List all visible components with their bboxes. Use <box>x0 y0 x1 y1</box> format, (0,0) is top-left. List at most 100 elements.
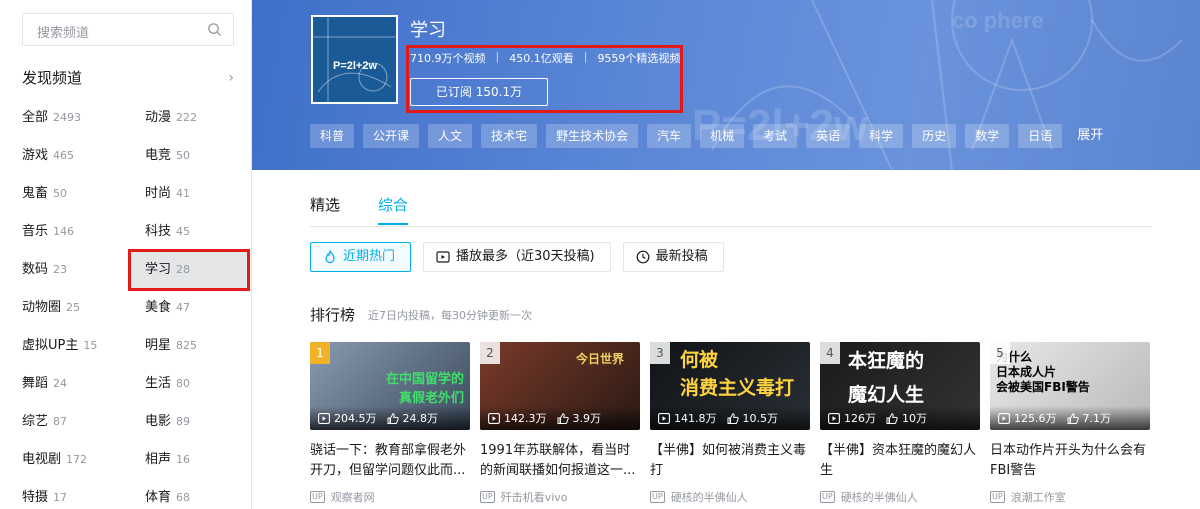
channel-tag[interactable]: 英语 <box>806 124 851 148</box>
channel-tag[interactable]: 日语 <box>1018 124 1063 148</box>
rank-number: 4 <box>820 342 840 364</box>
cover-stats: 126万 10万 <box>820 406 980 430</box>
channel-search[interactable]: 搜索频道 <box>22 13 234 46</box>
filter-label: 近期热门 <box>343 249 396 264</box>
channel-tag[interactable]: 汽车 <box>647 124 692 148</box>
sidebar-item-category[interactable]: 时尚 41 <box>131 175 249 213</box>
video-card[interactable]: 今日世界 2 142.3万 3.9万 1991年苏联解体，看当时的新闻联播如何报道这一.… <box>480 342 640 505</box>
sidebar-item-category[interactable]: 科技 45 <box>131 213 249 251</box>
category-count: 465 <box>53 149 75 162</box>
video-card[interactable]: 为什么 日本成人片 会被美国FBI警告 5 125.6万 7.1万 日本动作片开头为什么… <box>990 342 1150 505</box>
sort-filters: 近期热门 播放最多（近30天投稿) 最新投稿 <box>310 242 736 272</box>
play-count-icon <box>828 412 840 424</box>
expand-tags-button[interactable]: 展开 <box>1077 124 1103 148</box>
video-cover[interactable]: 为什么 日本成人片 会被美国FBI警告 5 125.6万 7.1万 <box>990 342 1150 430</box>
channel-tag[interactable]: 野生技术协会 <box>546 124 639 148</box>
rank-number: 5 <box>990 342 1010 364</box>
filter-recent-hot[interactable]: 近期热门 <box>310 242 412 272</box>
channel-tag[interactable]: 人文 <box>428 124 473 148</box>
cover-stats: 141.8万 10.5万 <box>650 406 810 430</box>
ranking-title: 排行榜 <box>310 306 356 324</box>
video-cover[interactable]: 本狂魔的 魔幻人生 4 126万 10万 <box>820 342 980 430</box>
category-count: 172 <box>66 453 88 466</box>
channel-tag[interactable]: 科学 <box>859 124 904 148</box>
video-title[interactable]: 1991年苏联解体，看当时的新闻联播如何报道这一... <box>480 441 640 481</box>
category-name: 舞蹈 <box>22 376 49 391</box>
like-count: 3.9万 <box>572 412 602 425</box>
sidebar-item-category[interactable]: 游戏 465 <box>22 137 122 175</box>
rank-number: 2 <box>480 342 500 364</box>
sidebar-item-category[interactable]: 电竞 50 <box>131 137 249 175</box>
category-count: 89 <box>176 415 191 428</box>
video-cover[interactable]: 今日世界 2 142.3万 3.9万 <box>480 342 640 430</box>
like-icon <box>727 412 739 424</box>
channel-tag[interactable]: 机械 <box>700 124 745 148</box>
search-input[interactable]: 搜索频道 <box>37 22 89 41</box>
sidebar-item-category[interactable]: 全部 2493 <box>22 99 122 137</box>
category-count: 24 <box>53 377 68 390</box>
channel-tag[interactable]: 科普 <box>310 124 355 148</box>
tab-overview[interactable]: 综合 <box>378 194 409 225</box>
sidebar-item-category[interactable]: 虚拟UP主 15 <box>22 327 122 365</box>
sidebar-item-category[interactable]: 相声 16 <box>131 441 249 479</box>
channel-tag[interactable]: 数学 <box>965 124 1010 148</box>
category-name: 虚拟UP主 <box>22 338 79 353</box>
sidebar-item-category[interactable]: 动物圈 25 <box>22 289 122 327</box>
filter-most-played[interactable]: 播放最多（近30天投稿) <box>423 242 611 272</box>
sidebar-item-category[interactable]: 生活 80 <box>131 365 249 403</box>
play-count: 204.5万 <box>334 412 377 425</box>
play-count: 142.3万 <box>504 412 547 425</box>
svg-text:P=2l+2w: P=2l+2w <box>333 60 377 72</box>
video-card[interactable]: 在中国留学的 真假老外们 1 204.5万 24.8万骁话一下：教育部拿假老外开刀，但… <box>310 342 470 505</box>
uploader[interactable]: UP 歼击机看vivo <box>480 489 640 505</box>
sidebar-item-category[interactable]: 电视剧 172 <box>22 441 122 479</box>
sidebar-item-category[interactable]: 数码 23 <box>22 251 122 289</box>
category-count: 222 <box>176 111 198 124</box>
filter-label: 最新投稿 <box>655 249 708 264</box>
category-name: 动漫 <box>145 110 172 125</box>
video-card[interactable]: 本狂魔的 魔幻人生 4 126万 10万 【半佛】资本狂魔的魔幻人生 UP 硬核的半佛仙人 <box>820 342 980 505</box>
ranking-subtitle: 近7日内投稿，每30分钟更新一次 <box>368 309 532 322</box>
uploader[interactable]: UP 硬核的半佛仙人 <box>650 489 810 505</box>
uploader[interactable]: UP 硬核的半佛仙人 <box>820 489 980 505</box>
uploader[interactable]: UP 观察者网 <box>310 489 470 505</box>
sidebar-item-category[interactable]: 明星 825 <box>131 327 249 365</box>
channel-tag[interactable]: 历史 <box>912 124 957 148</box>
video-title[interactable]: 日本动作片开头为什么会有FBI警告 <box>990 441 1150 481</box>
sidebar-item-category[interactable]: 动漫 222 <box>131 99 249 137</box>
category-count: 68 <box>176 491 191 504</box>
tab-featured[interactable]: 精选 <box>310 194 340 215</box>
sidebar-item-category[interactable]: 综艺 87 <box>22 403 122 441</box>
sidebar-item-category[interactable]: 音乐 146 <box>22 213 122 251</box>
highlight-box-study <box>128 249 250 291</box>
play-count-icon <box>658 412 670 424</box>
video-card[interactable]: 何被 消费主义毒打 3 141.8万 10.5万 【半佛】如何被消费主义毒打 UP 硬核的半… <box>650 342 810 505</box>
video-title[interactable]: 【半佛】资本狂魔的魔幻人生 <box>820 441 980 481</box>
flame-icon <box>325 250 335 264</box>
video-cover[interactable]: 何被 消费主义毒打 3 141.8万 10.5万 <box>650 342 810 430</box>
category-count: 23 <box>53 263 68 276</box>
discover-channels-link[interactable]: 发现频道 › <box>22 67 234 89</box>
video-title[interactable]: 骁话一下：教育部拿假老外开刀，但留学问题仅此而... <box>310 441 470 481</box>
video-title[interactable]: 【半佛】如何被消费主义毒打 <box>650 441 810 481</box>
uploader[interactable]: UP 浪潮工作室 <box>990 489 1150 505</box>
filter-latest[interactable]: 最新投稿 <box>622 242 724 272</box>
channel-tag[interactable]: 公开课 <box>363 124 420 148</box>
sidebar-item-category[interactable]: 舞蹈 24 <box>22 365 122 403</box>
sidebar-item-category[interactable]: 特摄 17 <box>22 479 122 509</box>
sidebar-item-category[interactable]: 美食 47 <box>131 289 249 327</box>
sidebar-item-category[interactable]: 电影 89 <box>131 403 249 441</box>
sidebar-item-category[interactable]: 体育 68 <box>131 479 249 509</box>
play-count: 125.6万 <box>1014 412 1057 425</box>
like-count: 10万 <box>902 412 927 425</box>
channel-tag[interactable]: 考试 <box>753 124 798 148</box>
channel-tag[interactable]: 技术宅 <box>481 124 538 148</box>
category-count: 87 <box>53 415 68 428</box>
rank-number: 3 <box>650 342 670 364</box>
category-name: 时尚 <box>145 186 172 201</box>
video-cover[interactable]: 在中国留学的 真假老外们 1 204.5万 24.8万 <box>310 342 470 430</box>
category-name: 音乐 <box>22 224 49 239</box>
like-icon <box>387 412 399 424</box>
sidebar-item-category[interactable]: 鬼畜 50 <box>22 175 122 213</box>
search-icon[interactable] <box>207 22 222 37</box>
